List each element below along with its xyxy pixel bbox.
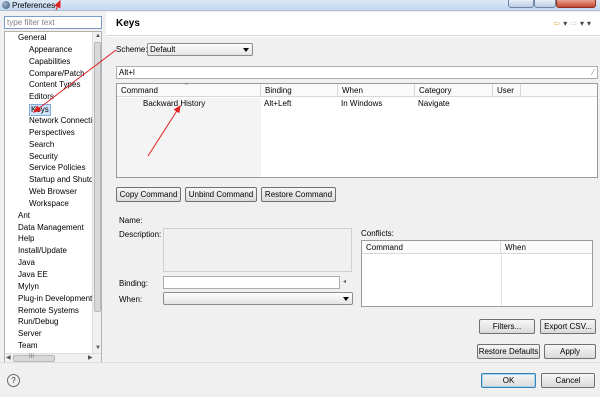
apply-button[interactable]: Apply — [544, 344, 596, 359]
tree-item-service-policies[interactable]: Service Policies — [29, 163, 85, 173]
column-user[interactable]: User — [493, 84, 521, 97]
maximize-button[interactable] — [534, 0, 556, 8]
conflicts-table[interactable]: Command When — [361, 240, 593, 307]
restore-defaults-button[interactable]: Restore Defaults — [477, 344, 540, 359]
tree-item-remote-systems[interactable]: Remote Systems — [18, 306, 79, 316]
tree-item-general[interactable]: General — [18, 33, 46, 43]
bindings-table[interactable]: Command ^ Binding When Category User Back… — [116, 83, 598, 178]
ok-button[interactable]: OK — [481, 373, 536, 388]
conflicts-column-command[interactable]: Command — [362, 241, 501, 254]
sort-icon: ^ — [185, 83, 188, 89]
view-menu-icon[interactable]: ▾ — [587, 19, 594, 28]
page-title: Keys — [116, 18, 140, 29]
when-label: When: — [119, 295, 143, 304]
when-select[interactable] — [163, 292, 353, 305]
close-button[interactable] — [556, 0, 596, 8]
name-label: Name: — [119, 216, 143, 225]
scroll-up-icon[interactable]: ▲ — [95, 32, 101, 40]
restore-command-button[interactable]: Restore Command — [261, 187, 336, 202]
cancel-button[interactable]: Cancel — [541, 373, 595, 388]
table-row[interactable]: Backward History Alt+Left In Windows Nav… — [117, 99, 597, 110]
forward-menu-icon[interactable]: ▾ — [580, 19, 587, 28]
tree-item-mylyn[interactable]: Mylyn — [18, 282, 39, 292]
tree-item-data-management[interactable]: Data Management — [18, 223, 84, 233]
tree-item-run-debug[interactable]: Run/Debug — [18, 317, 58, 327]
chevron-down-icon — [243, 48, 249, 52]
tree-item-capabilities[interactable]: Capabilities — [29, 57, 70, 67]
tree-item-plug-in-development[interactable]: Plug-in Development — [18, 294, 92, 304]
back-icon[interactable]: ⇦ — [554, 19, 564, 28]
scheme-label: Scheme: — [116, 45, 148, 54]
tree-item-server[interactable]: Server — [18, 329, 42, 339]
conflicts-column-when[interactable]: When — [501, 241, 592, 254]
scroll-down-icon[interactable]: ▼ — [95, 344, 101, 352]
row-category: Navigate — [418, 99, 450, 108]
help-icon[interactable]: ? — [7, 374, 20, 387]
tree-item-workspace[interactable]: Workspace — [29, 199, 69, 209]
row-command: Backward History — [143, 99, 206, 108]
binding-input[interactable] — [163, 276, 340, 289]
column-divider — [501, 255, 502, 306]
title-bar: Preferences — [0, 0, 600, 11]
row-when: In Windows — [341, 99, 383, 108]
column-when[interactable]: When — [338, 84, 415, 97]
tree-item-team[interactable]: Team — [18, 341, 38, 351]
tree-item-search[interactable]: Search — [29, 140, 54, 150]
key-filter-input[interactable]: Alt+l ⁄ — [116, 66, 598, 79]
tree-item-network-connecti[interactable]: Network Connecti — [29, 116, 92, 126]
column-command[interactable]: Command ^ — [117, 83, 261, 97]
tree-item-help[interactable]: Help — [18, 234, 34, 244]
column-category[interactable]: Category — [415, 84, 493, 97]
tree-item-editors[interactable]: Editors — [29, 92, 54, 102]
description-field — [163, 228, 352, 272]
column-binding[interactable]: Binding — [261, 84, 338, 97]
tree-horizontal-scrollbar[interactable]: ◀ III ▶ — [5, 353, 101, 362]
tree-item-java[interactable]: Java — [18, 258, 35, 268]
tree-item-install-update[interactable]: Install/Update — [18, 246, 67, 256]
description-label: Description: — [119, 230, 162, 239]
chevron-down-icon — [343, 297, 349, 301]
scroll-right-icon[interactable]: ▶ — [88, 354, 93, 362]
dialog-button-bar: ? OK Cancel — [0, 362, 600, 397]
scheme-select[interactable]: Default — [147, 43, 253, 56]
scroll-left-icon[interactable]: ◀ — [6, 354, 11, 362]
window-title: Preferences — [12, 1, 56, 10]
minimize-button[interactable] — [508, 0, 534, 8]
export-csv-button[interactable]: Export CSV... — [540, 319, 596, 334]
tree-vertical-scrollbar[interactable]: ▲ ▼ — [92, 32, 101, 354]
conflicts-label: Conflicts: — [361, 229, 394, 238]
clear-icon[interactable]: ⁄ — [593, 67, 594, 78]
copy-command-button[interactable]: Copy Command — [116, 187, 181, 202]
binding-label: Binding: — [119, 279, 148, 288]
hscroll-thumb[interactable]: III — [13, 354, 55, 362]
tree-item-web-browser[interactable]: Web Browser — [29, 187, 77, 197]
app-icon — [2, 1, 10, 9]
unbind-command-button[interactable]: Unbind Command — [185, 187, 257, 202]
tree-item-perspectives[interactable]: Perspectives — [29, 128, 75, 138]
binding-arrow-icon[interactable]: ◂ — [343, 278, 346, 285]
tree-item-keys[interactable]: Keys — [29, 104, 51, 117]
tree-item-security[interactable]: Security — [29, 152, 58, 162]
preference-tree[interactable]: General Appearance Capabilities Compare/Pat… — [4, 31, 102, 363]
tree-item-content-types[interactable]: Content Types — [29, 80, 80, 90]
row-binding: Alt+Left — [264, 99, 292, 108]
scroll-thumb[interactable] — [94, 42, 101, 312]
tree-item-compare-patch[interactable]: Compare/Patch — [29, 69, 85, 79]
filter-input[interactable]: type filter text — [4, 16, 102, 29]
tree-item-java-ee[interactable]: Java EE — [18, 270, 48, 280]
tree-item-appearance[interactable]: Appearance — [29, 45, 72, 55]
filters-button[interactable]: Filters... — [479, 319, 535, 334]
tree-item-ant[interactable]: Ant — [18, 211, 30, 221]
history-nav: ⇦▾⇨▾▾ — [554, 19, 594, 28]
column-filler — [521, 84, 597, 97]
tree-item-startup-and-shutd[interactable]: Startup and Shutd — [29, 175, 94, 185]
page-header: Keys ⇦▾⇨▾▾ — [106, 12, 600, 36]
forward-icon[interactable]: ⇨ — [570, 19, 580, 28]
